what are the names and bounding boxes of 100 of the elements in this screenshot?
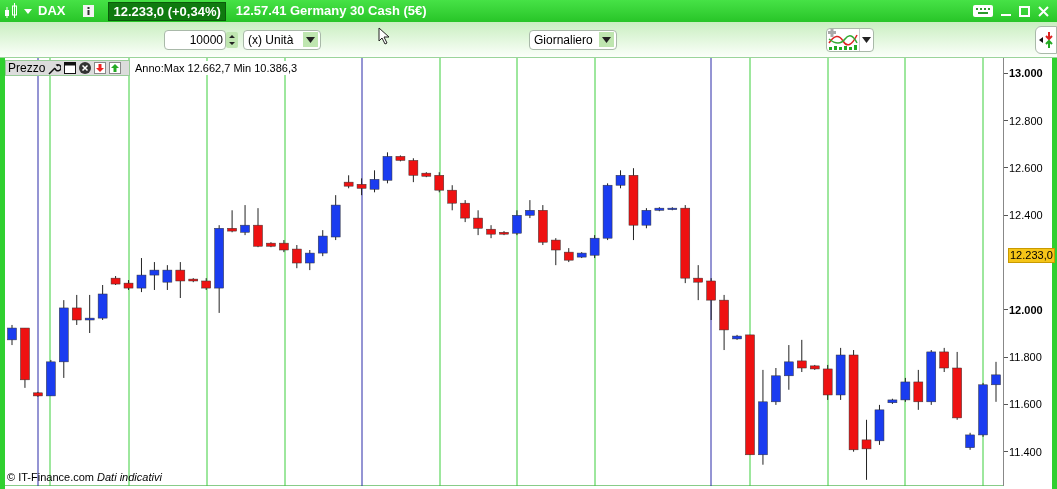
candlestick — [395, 154, 406, 162]
candlestick — [46, 359, 56, 397]
candlestick — [447, 184, 457, 211]
candlestick — [240, 204, 250, 236]
candlestick — [343, 174, 354, 189]
candlestick — [486, 224, 496, 239]
axis-label: 13.000 — [1009, 66, 1043, 81]
panel-label: Prezzo — [8, 60, 46, 77]
instrument-info: 12.57.41 Germany 30 Cash (5€) — [235, 2, 427, 21]
candlestick — [784, 344, 794, 391]
candlestick — [615, 169, 626, 189]
caret-icon — [602, 36, 611, 43]
period-dropdown[interactable]: Giornaliero — [529, 29, 617, 50]
candlestick — [913, 369, 924, 411]
candlestick — [874, 404, 885, 446]
candlestick — [887, 398, 898, 405]
candlestick — [654, 206, 665, 212]
candlestick — [136, 257, 147, 293]
candlestick — [460, 199, 470, 223]
candlestick — [822, 364, 833, 401]
close-icon[interactable] — [79, 62, 92, 74]
candlestick — [978, 382, 988, 438]
candlestick — [900, 377, 911, 403]
axis-label: 12.800 — [1009, 113, 1043, 128]
candlestick — [20, 327, 30, 389]
candlestick — [952, 351, 962, 421]
axis-label: 12.400 — [1009, 208, 1043, 223]
candlestick — [602, 182, 613, 241]
candlestick — [576, 251, 587, 259]
candlestick — [706, 277, 716, 321]
pointer-icon — [378, 27, 390, 45]
window-icon[interactable] — [64, 62, 77, 74]
caret-icon — [306, 36, 315, 43]
axis-label: 11.400 — [1009, 444, 1042, 459]
axis-label: 12.000 — [1009, 302, 1043, 317]
candlestick — [473, 209, 483, 236]
candlestick — [84, 294, 95, 334]
candlestick-icon — [4, 3, 18, 19]
candlestick — [538, 204, 548, 246]
candlestick — [589, 234, 600, 259]
candlestick — [835, 347, 846, 401]
candlestick — [926, 349, 936, 406]
axis-label: 11.600 — [1009, 397, 1042, 412]
candlestick — [330, 194, 341, 241]
candlestick — [149, 261, 160, 291]
wrench-icon[interactable] — [48, 61, 62, 75]
swap-arrows-icon — [1039, 30, 1053, 49]
candlestick — [434, 171, 444, 193]
info-icon[interactable] — [83, 5, 95, 17]
candlestick — [72, 294, 82, 326]
candlestick — [525, 199, 535, 219]
keyboard-icon[interactable] — [973, 5, 993, 17]
candlestick — [33, 391, 43, 398]
candlestick — [292, 244, 302, 269]
candlestick — [7, 324, 17, 346]
candlestick — [266, 241, 276, 248]
candlestick — [564, 247, 574, 263]
candlestick — [382, 151, 393, 184]
candlestick — [499, 230, 509, 236]
candlestick — [227, 209, 237, 233]
candlestick — [939, 347, 949, 373]
candlestick — [421, 171, 432, 178]
price-badge: 12.233,0 (+0,34%) — [108, 1, 226, 21]
candlestick — [356, 177, 367, 196]
candlestick — [667, 206, 678, 211]
move-down-icon[interactable] — [94, 62, 107, 74]
candlestick — [991, 361, 1001, 403]
candlestick — [110, 275, 121, 286]
candlestick — [162, 264, 173, 291]
candlestick — [188, 277, 198, 283]
candlestick — [97, 284, 108, 321]
candlestick — [175, 261, 186, 299]
candlestick — [732, 334, 742, 341]
axis-label: 11.800 — [1009, 350, 1042, 365]
candlestick — [408, 157, 419, 183]
candlestick — [318, 229, 328, 257]
candlestick — [279, 239, 289, 253]
indicators-icon — [827, 28, 859, 51]
indicators-button[interactable] — [826, 27, 874, 52]
candlestick — [512, 209, 522, 236]
axis-label: 12.600 — [1009, 160, 1043, 175]
move-up-icon[interactable] — [109, 62, 122, 74]
candlestick — [551, 237, 561, 266]
candlestick — [305, 249, 315, 271]
candlestick — [123, 279, 134, 291]
candlestick — [253, 207, 263, 248]
candlestick — [201, 277, 211, 291]
spinner-arrows-icon[interactable] — [226, 31, 238, 48]
candlestick — [641, 207, 652, 229]
candlestick — [797, 339, 807, 373]
unit-dropdown[interactable]: (x) Unità — [243, 29, 321, 50]
candlestick — [861, 419, 872, 481]
candlestick — [719, 294, 729, 351]
candlestick — [810, 364, 820, 371]
quantity-field[interactable]: 10000 — [164, 29, 226, 50]
caret-icon — [862, 36, 871, 43]
side-panel-tab[interactable] — [1035, 25, 1057, 54]
candlestick — [693, 264, 703, 301]
candlestick — [771, 367, 781, 406]
candlestick — [965, 432, 975, 451]
